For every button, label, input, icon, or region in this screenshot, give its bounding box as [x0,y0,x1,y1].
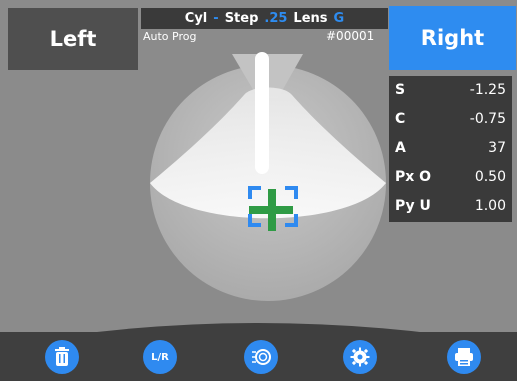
value-label-py: Py U [395,198,431,214]
trash-button[interactable] [45,340,79,374]
lr-button[interactable]: L/R [143,340,177,374]
lensmeter-screen: Left Cyl - Step .25 Lens G Auto Prog #00… [0,0,517,381]
value-c: -0.75 [469,111,506,127]
value-row-px: Px O 0.50 [389,163,512,192]
value-a: 37 [488,140,506,156]
value-row-c: C -0.75 [389,105,512,134]
value-label-s: S [395,82,406,98]
print-icon [455,348,473,366]
value-row-py: Py U 1.00 [389,192,512,221]
lr-icon: L/R [151,351,169,363]
lens-icon [252,349,271,365]
lens-button[interactable] [244,340,278,374]
value-px: 0.50 [474,169,506,185]
value-label-px: Px O [395,169,432,185]
print-button[interactable] [447,340,481,374]
value-row-s: S -1.25 [389,76,512,105]
value-s: -1.25 [469,82,506,98]
value-label-c: C [395,111,406,127]
settings-button[interactable] [343,340,377,374]
trash-icon [55,347,69,366]
value-py: 1.00 [474,198,506,214]
value-row-a: A 37 [389,134,512,163]
value-label-a: A [395,140,406,156]
measurement-values-panel: S -1.25 C -0.75 A 37 Px O 0.50 Py U 1.00 [389,76,512,222]
gear-icon [350,347,370,367]
center-bar [255,52,269,174]
